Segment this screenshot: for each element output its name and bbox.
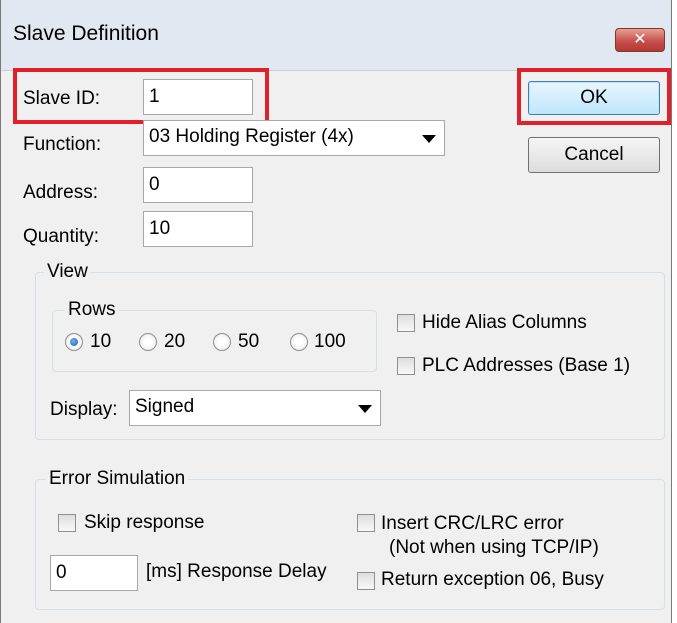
- plc-addresses-label[interactable]: PLC Addresses (Base 1): [422, 355, 630, 377]
- rows-radio-50[interactable]: [213, 333, 231, 351]
- skip-response-label[interactable]: Skip response: [84, 512, 204, 534]
- rows-radio-20-label[interactable]: 20: [164, 331, 185, 353]
- ok-highlight: [517, 68, 671, 125]
- close-icon: ✕: [633, 31, 647, 48]
- insert-crc-note: (Not when using TCP/IP): [389, 537, 599, 558]
- return-exception-checkbox[interactable]: [357, 572, 375, 590]
- address-input[interactable]: 0: [143, 167, 253, 203]
- function-label: Function:: [23, 134, 102, 155]
- title-bar[interactable]: Slave Definition ✕: [1, 0, 671, 71]
- response-delay-input[interactable]: 0: [50, 555, 138, 591]
- display-select[interactable]: Signed: [129, 390, 381, 426]
- rows-radio-50-label[interactable]: 50: [238, 331, 259, 353]
- rows-radio-20[interactable]: [139, 333, 157, 351]
- skip-response-checkbox[interactable]: [58, 514, 76, 532]
- address-label: Address:: [23, 182, 98, 203]
- chevron-down-icon: [422, 135, 436, 143]
- insert-crc-label[interactable]: Insert CRC/LRC error: [381, 513, 564, 535]
- rows-radio-10-label[interactable]: 10: [90, 331, 111, 353]
- slave-definition-dialog: Slave Definition ✕ Slave ID: 1 Function:…: [0, 0, 672, 623]
- rows-group-title: Rows: [65, 299, 119, 321]
- window-title: Slave Definition: [13, 22, 159, 45]
- plc-addresses-checkbox[interactable]: [397, 357, 415, 375]
- display-select-value: Signed: [135, 396, 195, 417]
- return-exception-label[interactable]: Return exception 06, Busy: [381, 569, 604, 591]
- rows-radio-100[interactable]: [290, 333, 308, 351]
- quantity-input[interactable]: 10: [143, 211, 253, 247]
- view-group-title: View: [44, 261, 91, 283]
- function-select-value: 03 Holding Register (4x): [149, 126, 354, 147]
- rows-radio-10[interactable]: [65, 333, 83, 351]
- hide-alias-label[interactable]: Hide Alias Columns: [422, 312, 587, 334]
- response-delay-label: [ms] Response Delay: [146, 561, 327, 582]
- cancel-button[interactable]: Cancel: [528, 137, 660, 173]
- chevron-down-icon: [358, 405, 372, 413]
- function-select[interactable]: 03 Holding Register (4x): [143, 120, 445, 156]
- close-button[interactable]: ✕: [615, 28, 665, 52]
- insert-crc-checkbox[interactable]: [357, 514, 375, 532]
- hide-alias-checkbox[interactable]: [397, 314, 415, 332]
- slave-id-highlight: [13, 68, 269, 124]
- display-label: Display:: [50, 399, 118, 420]
- error-simulation-title: Error Simulation: [46, 468, 189, 490]
- rows-radio-100-label[interactable]: 100: [314, 331, 346, 353]
- quantity-label: Quantity:: [23, 226, 100, 247]
